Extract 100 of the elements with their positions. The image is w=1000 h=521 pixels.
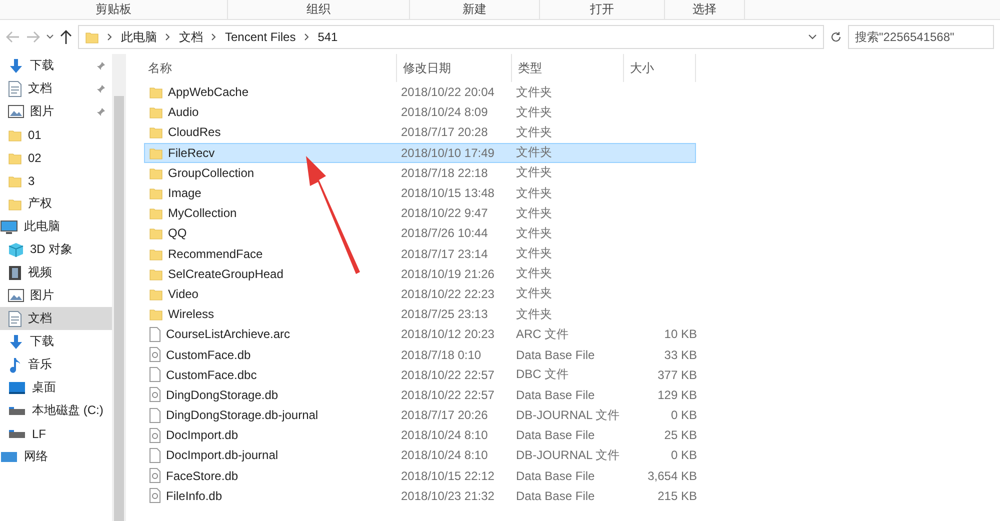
sidebar-label: 音乐	[28, 356, 52, 373]
breadcrumb-item[interactable]: 541	[318, 30, 338, 44]
size-cell-text: 215 KB	[656, 488, 697, 503]
type-cell-text: Data Base File	[515, 488, 596, 503]
sidebar-label: 网络	[24, 448, 48, 465]
sidebar-item[interactable]: 文档	[0, 77, 112, 100]
sidebar-item[interactable]: 音乐	[0, 353, 112, 376]
column-header[interactable]: 名称	[144, 54, 397, 82]
size-cell-text: 0 KB	[670, 408, 697, 422]
sidebar-item[interactable]: 文档	[0, 307, 112, 330]
file-row[interactable]: QQ 2018/7/26 10:44 文件夹	[144, 223, 696, 244]
network-icon	[0, 450, 18, 464]
sidebar-item[interactable]: 3D 对象	[0, 238, 112, 261]
type-cell-text: 文件夹	[515, 184, 553, 202]
down-arrow-icon	[8, 334, 24, 350]
date-cell-text: 2018/10/24 8:09	[400, 105, 489, 120]
file-row[interactable]: MyCollection 2018/10/22 9:47 文件夹	[144, 203, 696, 224]
sidebar-item[interactable]: 桌面	[0, 376, 112, 399]
up-arrow-icon[interactable]	[60, 30, 72, 44]
sidebar-item[interactable]: 视频	[0, 261, 112, 284]
file-name: CustomFace.dbc	[166, 368, 257, 382]
date-cell-text: 2018/10/22 20:04	[400, 85, 496, 100]
document-icon	[8, 310, 22, 326]
folder-icon	[8, 128, 22, 142]
refresh-icon[interactable]	[830, 31, 842, 43]
column-header[interactable]: 修改日期	[397, 54, 512, 82]
address-bar[interactable]: 此电脑 文档 Tencent Files 541	[78, 25, 824, 49]
type-cell-text: 文件夹	[515, 124, 553, 141]
chevron-icon	[165, 33, 171, 41]
file-row[interactable]: CourseListArchieve.arc 2018/10/12 20:23 ARC 文件 10 KB	[144, 324, 696, 344]
file-row[interactable]: DingDongStorage.db-journal 2018/7/17 20:26 DB-JOURNAL 文件 0 KB	[144, 405, 696, 426]
date-cell-text: 2018/7/17 23:14	[400, 246, 489, 261]
sidebar-item[interactable]: 01	[0, 123, 112, 146]
sidebar-item[interactable]: 网络	[0, 445, 112, 468]
picture-icon	[8, 289, 24, 302]
sidebar-item[interactable]: 图片	[0, 100, 112, 123]
sidebar-item[interactable]: 产权	[0, 192, 112, 215]
column-header[interactable]: 大小	[624, 54, 696, 82]
date-cell-text: 2018/10/23 21:32	[400, 488, 496, 503]
file-row[interactable]: DocImport.db 2018/10/24 8:10 Data Base File 25 KB	[144, 425, 696, 446]
file-name: MyCollection	[168, 206, 237, 220]
breadcrumb-item[interactable]: 此电脑	[121, 28, 157, 46]
file-name: FileRecv	[168, 146, 215, 160]
sidebar-item[interactable]: 3	[0, 169, 112, 192]
sidebar-item[interactable]: 02	[0, 146, 112, 169]
date-cell-text: 2018/7/17 20:28	[400, 125, 489, 140]
file-row[interactable]: Image 2018/10/15 13:48 文件夹	[144, 182, 696, 204]
file-row[interactable]: RecommendFace 2018/7/17 23:14 文件夹	[144, 244, 696, 264]
sidebar-item[interactable]: 下载	[0, 54, 112, 77]
file-row[interactable]: CloudRes 2018/7/17 20:28 文件夹	[144, 122, 696, 143]
sidebar-label: 文档	[28, 80, 52, 97]
file-row[interactable]: DocImport.db-journal 2018/10/24 8:10 DB-JOURNAL 文件 0 KB	[144, 445, 696, 466]
file-row[interactable]: AppWebCache 2018/10/22 20:04 文件夹	[144, 82, 696, 102]
music-note-icon	[8, 356, 22, 372]
file-row[interactable]: Audio 2018/10/24 8:09 文件夹	[144, 102, 696, 122]
file-name: DocImport.db	[166, 428, 238, 442]
sidebar-item[interactable]: LF	[0, 422, 112, 445]
date-cell-text: 2018/10/15 13:48	[400, 186, 496, 200]
sidebar-label: 本地磁盘 (C:)	[32, 402, 104, 419]
size-cell-text: 10 KB	[663, 327, 697, 342]
folder-icon	[85, 30, 99, 44]
date-cell-text: 2018/10/22 22:57	[400, 388, 496, 402]
date-cell-text: 2018/10/22 9:47	[400, 206, 489, 220]
sidebar-item[interactable]: 此电脑	[0, 215, 112, 238]
sidebar-item[interactable]: 本地磁盘 (C:)	[0, 399, 112, 422]
sidebar-label: 3D 对象	[30, 241, 73, 258]
file-icon	[149, 408, 161, 423]
breadcrumb-item[interactable]: 文档	[179, 28, 203, 46]
sidebar-item[interactable]: 图片	[0, 284, 112, 307]
search-field[interactable]: 搜索"2256541568"	[848, 25, 994, 49]
date-cell-text: 2018/10/22 22:57	[400, 368, 496, 382]
type-cell-text: Data Base File	[515, 428, 596, 442]
size-cell-text: 33 KB	[663, 348, 697, 362]
type-cell-text: Data Base File	[515, 388, 596, 402]
folder-icon	[149, 186, 163, 200]
scrollbar[interactable]	[112, 54, 126, 521]
size-cell-text: 129 KB	[656, 388, 697, 402]
dropdown-icon[interactable]	[808, 34, 817, 40]
sidebar-item[interactable]: 下载	[0, 330, 112, 353]
file-row[interactable]: CustomFace.dbc 2018/10/22 22:57 DBC 文件 377 KB	[144, 364, 696, 385]
file-row[interactable]: Video 2018/10/22 22:23 文件夹	[144, 284, 696, 304]
file-name: QQ	[168, 226, 187, 240]
file-row[interactable]: FaceStore.db 2018/10/15 22:12 Data Base File 3,654 KB	[144, 466, 696, 486]
file-row[interactable]: Wireless 2018/7/25 23:13 文件夹	[144, 304, 696, 324]
file-row[interactable]: GroupCollection 2018/7/18 22:18 文件夹	[144, 162, 696, 183]
file-row[interactable]: CustomFace.db 2018/7/18 0:10 Data Base File 33 KB	[144, 344, 696, 365]
database-file-icon	[149, 428, 161, 443]
file-row[interactable]: DingDongStorage.db 2018/10/22 22:57 Data Base File 129 KB	[144, 384, 696, 405]
drive-icon	[8, 428, 26, 438]
type-cell-text: 文件夹	[515, 306, 553, 323]
file-row[interactable]: FileRecv 2018/10/10 17:49 文件夹	[144, 142, 696, 163]
type-cell-text: 文件夹	[515, 104, 553, 121]
cube-icon	[8, 242, 24, 258]
type-cell-text: Data Base File	[515, 468, 596, 483]
column-header[interactable]: 类型	[512, 54, 624, 82]
file-row[interactable]: FileInfo.db 2018/10/23 21:32 Data Base File 215 KB	[144, 486, 696, 506]
folder-icon	[149, 307, 163, 322]
caret-icon[interactable]	[46, 34, 54, 40]
breadcrumb-item[interactable]: Tencent Files	[225, 30, 296, 44]
file-row[interactable]: SelCreateGroupHead 2018/10/19 21:26 文件夹	[144, 264, 696, 284]
